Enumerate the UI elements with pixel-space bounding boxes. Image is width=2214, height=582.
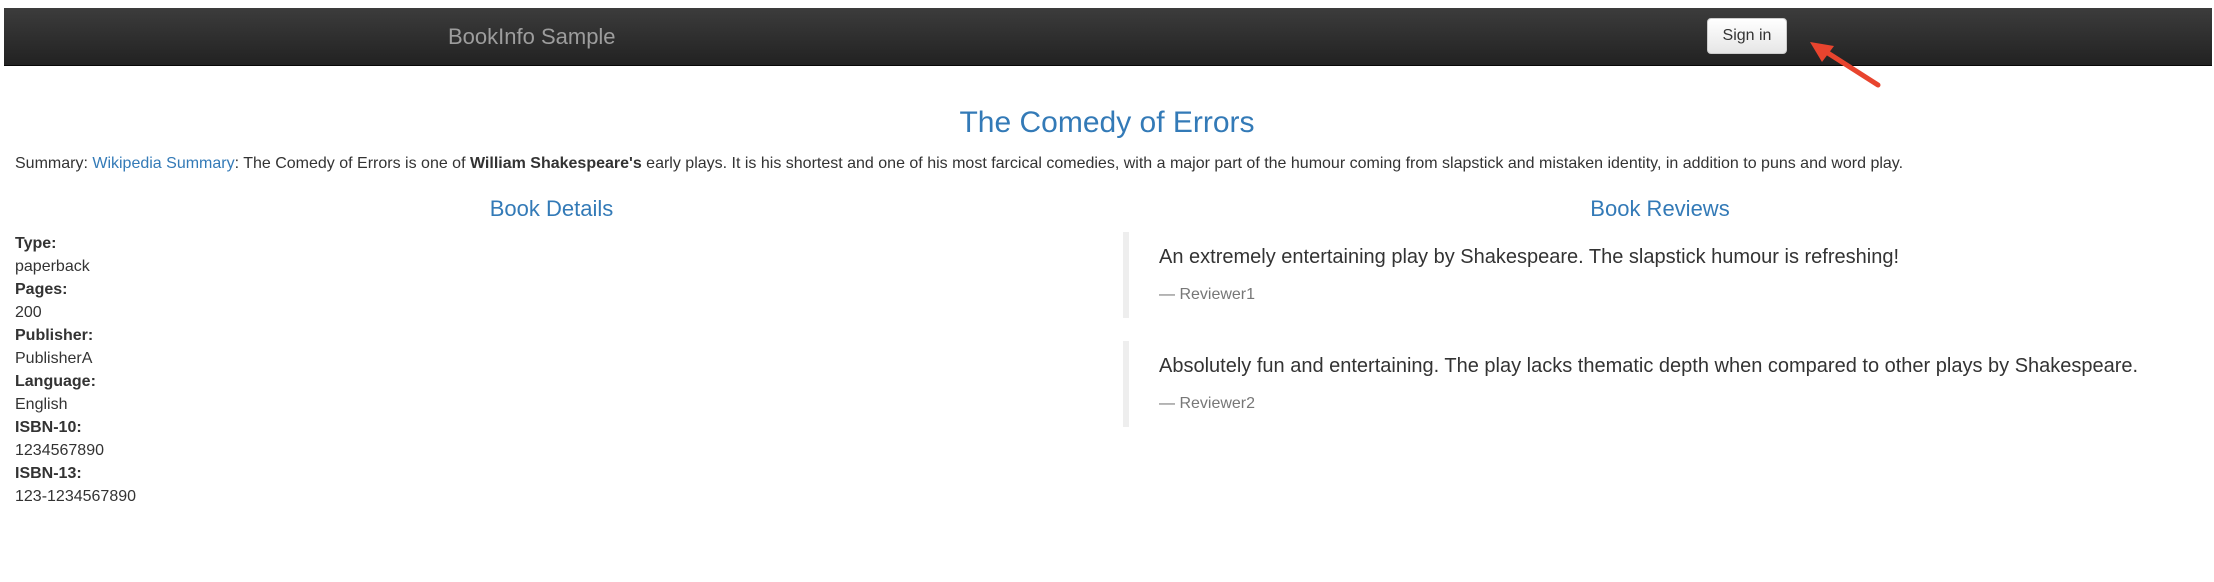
detail-label-isbn10: ISBN-10: <box>15 419 82 436</box>
review-card: Absolutely fun and entertaining. The pla… <box>1123 341 2203 427</box>
review-text: An extremely entertaining play by Shakes… <box>1159 246 1900 268</box>
detail-value-publisher: PublisherA <box>15 350 93 367</box>
summary-text-start: : The Comedy of Errors is one of <box>234 155 470 172</box>
book-title: The Comedy of Errors <box>959 106 1255 139</box>
reviewer-name: — Reviewer2 <box>1159 395 1256 412</box>
sign-in-button[interactable]: Sign in <box>1707 18 1787 54</box>
detail-value-pages: 200 <box>15 304 42 321</box>
detail-value-type: paperback <box>15 258 90 275</box>
detail-label-language: Language: <box>15 373 96 390</box>
summary-author: William Shakespeare's <box>469 155 642 172</box>
annotation-arrow-icon <box>1810 42 1881 88</box>
detail-label-publisher: Publisher: <box>15 327 94 344</box>
book-details-list: Type: paperback Pages: 200 Publisher: Pu… <box>15 232 136 508</box>
summary-prefix: Summary: <box>15 155 93 172</box>
detail-value-isbn13: 123-1234567890 <box>15 488 137 505</box>
detail-value-isbn10: 1234567890 <box>15 442 104 459</box>
detail-value-language: English <box>15 396 68 413</box>
review-text: Absolutely fun and entertaining. The pla… <box>1159 355 2139 377</box>
summary-text-end: early plays. It is his shortest and one … <box>641 155 1904 172</box>
detail-label-isbn13: ISBN-13: <box>15 465 82 482</box>
reviewer-name: — Reviewer1 <box>1159 286 1256 303</box>
wikipedia-summary-link[interactable]: Wikipedia Summary <box>92 155 234 172</box>
book-details-heading: Book Details <box>489 196 614 221</box>
book-summary: Summary: Wikipedia Summary: The Comedy o… <box>15 153 1903 175</box>
detail-label-type: Type: <box>15 235 57 252</box>
book-reviews-heading: Book Reviews <box>1590 196 1730 221</box>
detail-label-pages: Pages: <box>15 281 68 298</box>
review-card: An extremely entertaining play by Shakes… <box>1123 232 2203 318</box>
navbar-brand[interactable]: BookInfo Sample <box>448 8 616 65</box>
